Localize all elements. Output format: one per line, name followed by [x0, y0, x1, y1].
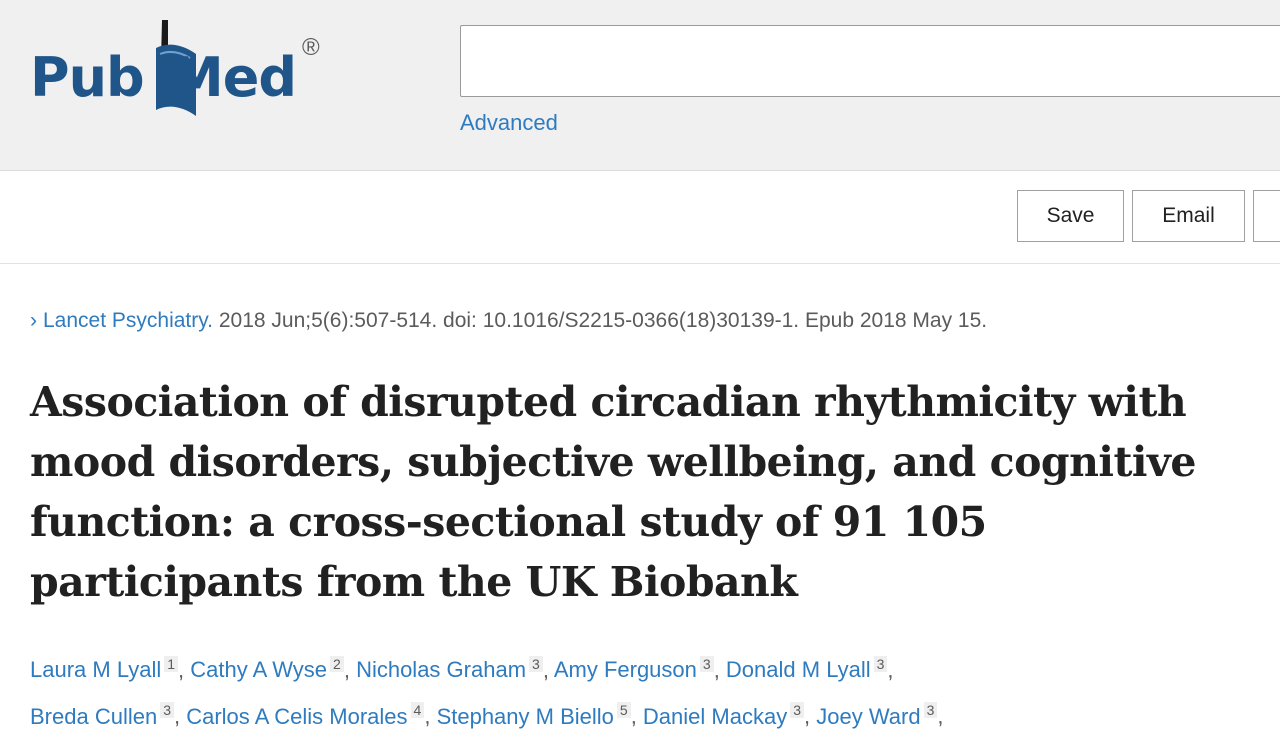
author-item: Nicholas Graham 3 — [356, 656, 543, 682]
author-item: Daniel Mackay 3 — [643, 702, 804, 729]
affiliation-ref[interactable]: 2 — [330, 656, 344, 672]
author-item: Carlos A Celis Morales 4 — [186, 702, 425, 729]
author-link[interactable]: Stephany M Biello — [437, 704, 614, 729]
affiliation-ref[interactable]: 4 — [410, 702, 425, 719]
author-link[interactable]: Joey Ward — [816, 704, 920, 729]
author-item: Amy Ferguson 3 — [554, 656, 714, 682]
author-link[interactable]: Donald M Lyall — [726, 657, 871, 682]
author-link[interactable]: Breda Cullen — [30, 704, 157, 729]
citation-details: 2018 Jun;5(6):507-514. doi: 10.1016/S221… — [213, 309, 988, 332]
author-link[interactable]: Nicholas Graham — [356, 657, 526, 682]
journal-citation: › Lancet Psychiatry. 2018 Jun;5(6):507-51… — [30, 309, 987, 333]
affiliation-ref[interactable]: 3 — [873, 656, 888, 672]
author-link[interactable]: Carlos A Celis Morales — [186, 704, 407, 729]
save-button[interactable]: Save — [1017, 190, 1124, 242]
search-box — [460, 25, 1280, 97]
author-item: Joey Ward 3 — [816, 702, 938, 729]
affiliation-ref[interactable]: 3 — [699, 656, 714, 672]
search-input[interactable] — [461, 26, 1280, 96]
author-link[interactable]: Daniel Mackay — [643, 704, 787, 729]
registered-mark: ® — [302, 34, 320, 61]
affiliation-ref[interactable]: 3 — [923, 702, 938, 719]
advanced-search-link[interactable]: Advanced — [460, 110, 558, 136]
author-item: Laura M Lyall 1 — [30, 656, 179, 682]
author-link[interactable]: Cathy A Wyse — [190, 657, 327, 682]
affiliation-ref[interactable]: 3 — [160, 702, 174, 719]
author-item: Stephany M Biello 5 — [437, 702, 631, 729]
logo-text-pub: Pub — [30, 46, 145, 109]
action-bar: Save Email — [0, 171, 1280, 264]
author-item: Donald M Lyall 3 — [726, 656, 888, 682]
author-item: Breda Cullen 3 — [30, 702, 174, 729]
author-link[interactable]: Amy Ferguson — [554, 657, 697, 682]
more-actions-button[interactable] — [1253, 190, 1280, 242]
affiliation-ref[interactable]: 1 — [164, 656, 179, 672]
pubmed-logo[interactable]: Pub Med ® — [30, 18, 350, 118]
journal-link[interactable]: Lancet Psychiatry. — [43, 309, 213, 332]
affiliation-ref[interactable]: 5 — [616, 702, 631, 719]
article-title: Association of disrupted circadian rhyth… — [30, 378, 1196, 606]
affiliation-ref[interactable]: 3 — [790, 702, 804, 719]
site-header: Pub Med ® Advanced — [0, 0, 1280, 171]
author-link[interactable]: Laura M Lyall — [30, 657, 161, 682]
logo-text-med: Med — [170, 46, 297, 109]
email-button[interactable]: Email — [1132, 190, 1245, 242]
authors-list: Laura M Lyall 1, Cathy A Wyse 2, Nicholas … — [30, 656, 944, 729]
chevron-right-icon[interactable]: › — [30, 309, 37, 332]
author-item: Cathy A Wyse 2 — [190, 656, 344, 682]
affiliation-ref[interactable]: 3 — [529, 656, 543, 672]
